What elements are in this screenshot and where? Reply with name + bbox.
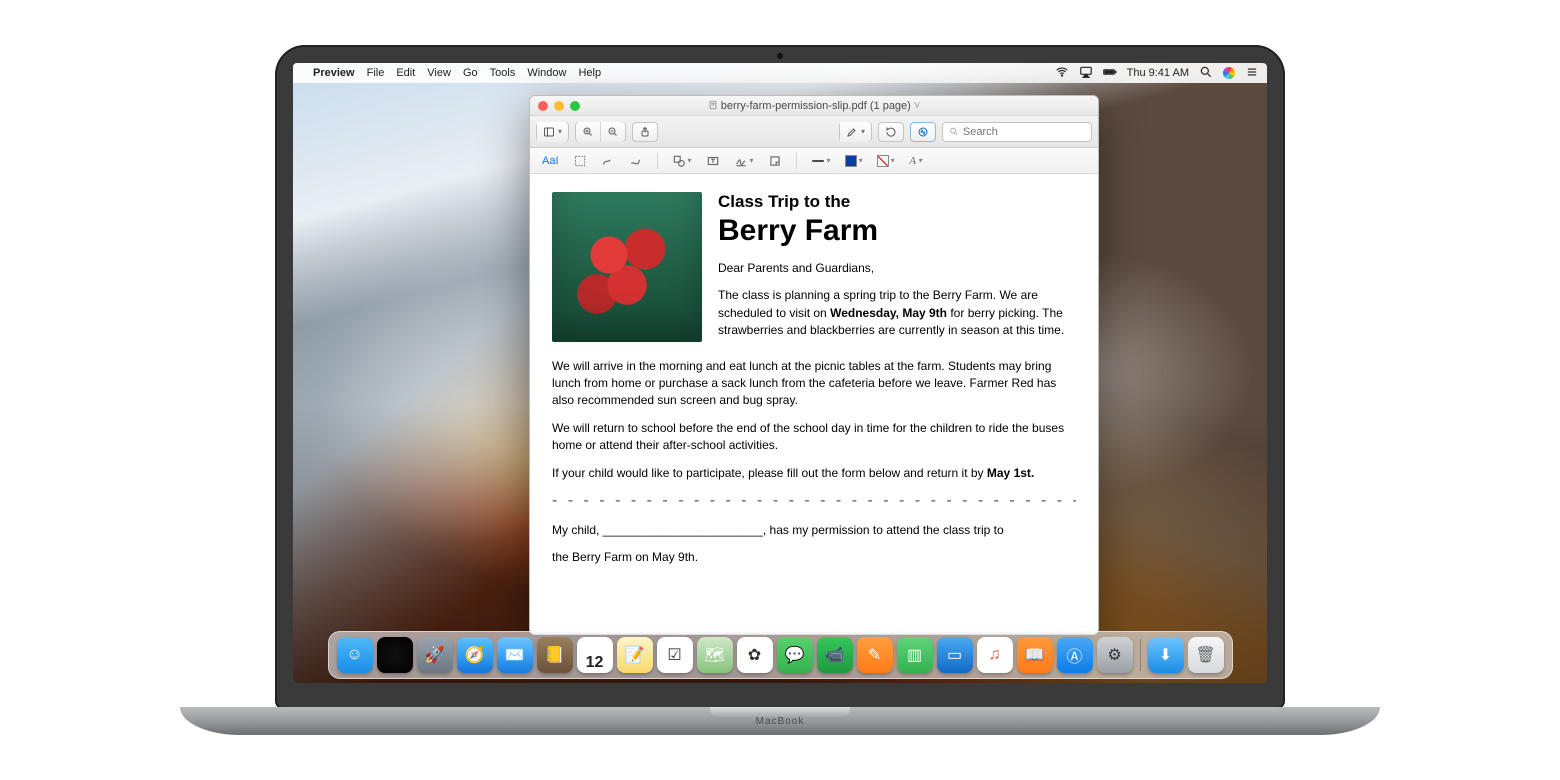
doc-p3: We will return to school before the end … [552,420,1076,455]
dock-safari[interactable]: 🧭 [457,637,493,673]
dock-contacts[interactable]: 📒 [537,637,573,673]
dock-downloads[interactable]: ⬇︎ [1148,637,1184,673]
highlight-button[interactable]: ▾ [840,122,871,142]
window-title: berry-farm-permission-slip.pdf (1 page) … [530,100,1098,112]
window-minimize-button[interactable] [554,101,564,111]
dock: ☺ 🚀 🧭 ✉️ 📒 APR12 📝 ☑︎ 🗺 ✿ 💬 [328,631,1233,679]
selection-tool-button[interactable] [569,152,591,170]
window-toolbar: ▾ [530,116,1098,148]
doc-kicker: Class Trip to the [718,192,1076,212]
menu-file[interactable]: File [367,67,385,79]
dock-mail[interactable]: ✉️ [497,637,533,673]
doc-p4: If your child would like to participate,… [552,465,1076,482]
dock-syspref[interactable]: ⚙︎ [1097,637,1133,673]
dock-calendar[interactable]: APR12 [577,637,613,673]
menubar: Preview File Edit View Go Tools Window H… [293,63,1267,83]
doc-cutline: - - - - - - - - - - - - - - - - - - - - … [552,492,1076,510]
shapes-button[interactable]: ▾ [668,152,696,170]
dock-siri[interactable] [377,637,413,673]
dock-notes[interactable]: 📝 [617,637,653,673]
menu-help[interactable]: Help [578,67,601,79]
sidebar-view-button[interactable]: ▾ [537,122,568,142]
dock-reminders[interactable]: ☑︎ [657,637,693,673]
window-zoom-button[interactable] [570,101,580,111]
pdf-document[interactable]: Class Trip to the Berry Farm Dear Parent… [530,174,1098,634]
dock-keynote[interactable]: ▭ [937,637,973,673]
text-style-button[interactable]: AaI [538,152,563,170]
dock-messages[interactable]: 💬 [777,637,813,673]
dock-photos[interactable]: ✿ [737,637,773,673]
siri-icon[interactable] [1223,67,1235,79]
wifi-icon[interactable] [1055,65,1069,82]
doc-intro: The class is planning a spring trip to t… [718,287,1076,339]
doc-slip-line1: My child, ________________________, has … [552,522,1076,539]
fill-color-button[interactable]: ▾ [873,152,899,170]
font-button[interactable]: A▾ [905,152,927,170]
dock-itunes[interactable]: ♫ [977,637,1013,673]
doc-slip-line2: the Berry Farm on May 9th. [552,549,1076,566]
menu-tools[interactable]: Tools [490,67,516,79]
toolbar-search[interactable] [942,122,1092,142]
doc-title: Berry Farm [718,214,1076,248]
dock-maps[interactable]: 🗺 [697,637,733,673]
dock-launchpad[interactable]: 🚀 [417,637,453,673]
markup-toolbar: AaI ▾ [530,148,1098,174]
dock-numbers[interactable]: ▥ [897,637,933,673]
search-input[interactable] [963,126,1085,138]
app-menu[interactable]: Preview [313,67,355,79]
laptop-model-label: MacBook [756,716,805,727]
note-button[interactable] [764,152,786,170]
dock-pages[interactable]: ✎ [857,637,893,673]
dock-finder[interactable]: ☺ [337,637,373,673]
menu-view[interactable]: View [427,67,451,79]
text-box-button[interactable] [702,152,724,170]
sketch-tool-button[interactable] [597,152,619,170]
strawberry-photo [552,192,702,342]
battery-icon[interactable] [1103,65,1117,82]
window-titlebar[interactable]: berry-farm-permission-slip.pdf (1 page) … [530,96,1098,116]
dock-appstore[interactable]: Ⓐ [1057,637,1093,673]
menu-edit[interactable]: Edit [396,67,415,79]
dock-trash[interactable]: 🗑 [1188,637,1224,673]
doc-p2: We will arrive in the morning and eat lu… [552,358,1076,410]
menu-go[interactable]: Go [463,67,478,79]
border-color-button[interactable]: ▾ [841,152,867,170]
menu-window[interactable]: Window [527,67,566,79]
dock-ibooks[interactable]: 📖 [1017,637,1053,673]
laptop-base: MacBook [180,707,1380,735]
doc-greeting: Dear Parents and Guardians, [718,260,1076,277]
zoom-in-button[interactable] [576,122,601,142]
border-style-button[interactable]: ▾ [807,152,835,170]
markup-toggle-button[interactable] [910,122,936,142]
spotlight-icon[interactable] [1199,65,1213,82]
dock-facetime[interactable]: 📹 [817,637,853,673]
airplay-icon[interactable] [1079,65,1093,82]
notification-center-icon[interactable] [1245,65,1259,82]
dock-separator [1140,639,1141,671]
sign-button[interactable]: ▾ [730,152,758,170]
draw-tool-button[interactable] [625,152,647,170]
share-button[interactable] [632,122,658,142]
zoom-out-button[interactable] [601,122,625,142]
webcam [777,53,783,59]
preview-window: berry-farm-permission-slip.pdf (1 page) … [529,95,1099,635]
rotate-button[interactable] [878,122,904,142]
window-close-button[interactable] [538,101,548,111]
menubar-clock[interactable]: Thu 9:41 AM [1127,67,1189,79]
